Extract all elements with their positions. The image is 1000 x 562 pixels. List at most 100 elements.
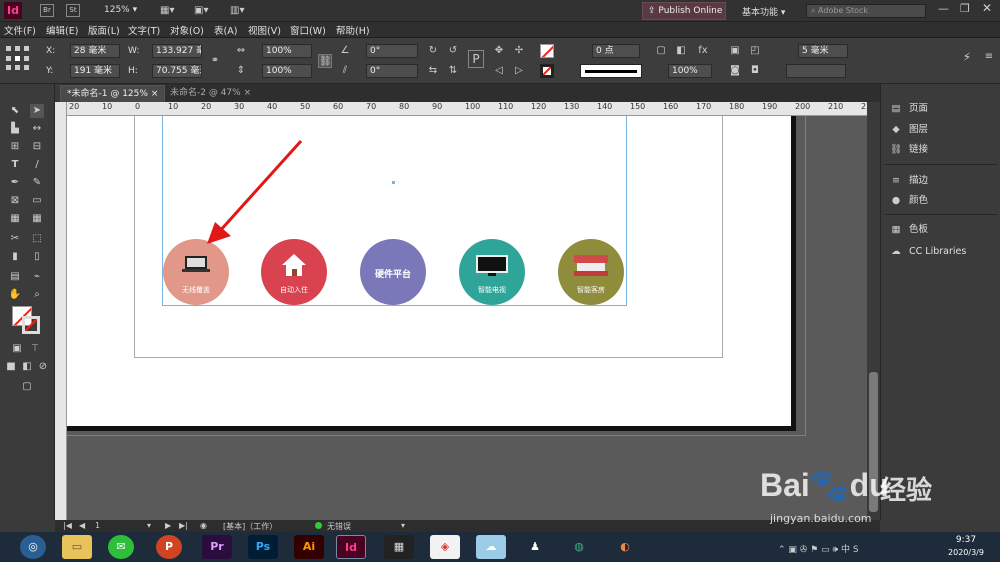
rotate-ccw-icon[interactable]: ↺ bbox=[446, 44, 460, 58]
video-editor-icon[interactable]: ▦ bbox=[384, 535, 414, 559]
chrome-icon[interactable]: ◍ bbox=[564, 535, 594, 559]
panel-menu-icon[interactable]: ≡ bbox=[982, 50, 996, 64]
menu-type[interactable]: 文字(T) bbox=[128, 23, 160, 37]
panel-cc-libraries[interactable]: ☁ CC Libraries bbox=[889, 243, 999, 261]
rectangle-frame-tool-icon[interactable]: ⊠ bbox=[8, 194, 22, 208]
link-scale-icon[interactable]: ⛓ bbox=[318, 54, 332, 68]
circle-item-3[interactable]: 硬件平台 bbox=[360, 239, 426, 305]
pencil-tool-icon[interactable]: ✎ bbox=[30, 176, 44, 190]
page-number-field[interactable]: 1 bbox=[95, 521, 100, 530]
panel-stroke[interactable]: ≡ 描边 bbox=[889, 172, 999, 190]
effects-icon[interactable]: ▢ bbox=[654, 44, 668, 58]
flip-vertical-icon[interactable]: ⇅ bbox=[446, 64, 460, 78]
type-tool-icon[interactable]: T bbox=[8, 158, 22, 172]
drop-shadow-icon[interactable]: ◧ bbox=[674, 44, 688, 58]
close-tab-icon[interactable]: × bbox=[244, 88, 252, 98]
content-placer-icon[interactable]: ⊟ bbox=[30, 140, 44, 154]
eyedropper-tool-icon[interactable]: ⌁ bbox=[30, 270, 44, 284]
preflight-errors-label[interactable]: 无错误 bbox=[327, 521, 351, 532]
fill-swatch-none[interactable] bbox=[540, 44, 554, 58]
clock-date[interactable]: 2020/3/9 bbox=[940, 548, 992, 557]
workspace-switcher[interactable]: 基本功能 ▾ bbox=[742, 5, 785, 18]
select-content-icon[interactable]: ✢ bbox=[512, 44, 526, 58]
gap-tool-icon[interactable]: ↔ bbox=[30, 122, 44, 136]
close-button[interactable]: ✕ bbox=[982, 1, 992, 15]
constrain-proportions-icon[interactable]: ⚭ bbox=[208, 54, 222, 68]
menu-layout[interactable]: 版面(L) bbox=[88, 23, 120, 37]
hand-tool-icon[interactable]: ✋ bbox=[8, 288, 22, 302]
clock-time[interactable]: 9:37 bbox=[948, 535, 984, 545]
panel-layers[interactable]: ◆ 图层 bbox=[889, 121, 999, 139]
first-page-button[interactable]: |◀ bbox=[63, 521, 72, 530]
indesign-taskbar-icon[interactable]: Id bbox=[336, 535, 366, 559]
view-options-dropdown[interactable]: ▦▾ bbox=[160, 5, 174, 16]
offset-field[interactable]: 5 毫米 bbox=[798, 44, 848, 58]
select-container-icon[interactable]: ✥ bbox=[492, 44, 506, 58]
note-tool-icon[interactable]: ▤ bbox=[8, 270, 22, 284]
adobe-stock-search-input[interactable]: ⌕ Adobe Stock bbox=[806, 4, 926, 18]
master-profile-label[interactable]: [基本]（工作） bbox=[223, 521, 277, 532]
menu-help[interactable]: 帮助(H) bbox=[336, 23, 370, 37]
menu-view[interactable]: 视图(V) bbox=[248, 23, 281, 37]
circle-item-4[interactable]: 智能电视 bbox=[459, 239, 525, 305]
menu-edit[interactable]: 编辑(E) bbox=[46, 23, 78, 37]
rectangle-tool-icon[interactable]: ▭ bbox=[30, 194, 44, 208]
select-next-icon[interactable]: ▷ bbox=[512, 64, 526, 78]
arrange-documents-dropdown[interactable]: ▥▾ bbox=[230, 5, 244, 16]
stroke-type-dropdown[interactable] bbox=[580, 64, 642, 78]
app-icon[interactable]: ◈ bbox=[430, 535, 460, 559]
grid-tool-icon[interactable]: ▦ bbox=[30, 212, 44, 226]
object-style-dropdown[interactable] bbox=[786, 64, 846, 78]
formatting-container-icon[interactable]: ▣ bbox=[10, 342, 24, 356]
rotate-angle-field[interactable]: 0° bbox=[366, 44, 418, 58]
frame-fitting-icon[interactable]: ◙ bbox=[728, 64, 742, 78]
stroke-color-swatch[interactable] bbox=[22, 316, 40, 334]
height-field[interactable]: 70.755 毫米 bbox=[152, 64, 202, 78]
scale-y-field[interactable]: 100% bbox=[262, 64, 312, 78]
panel-pages[interactable]: ▤ 页面 bbox=[889, 100, 999, 118]
premiere-icon[interactable]: Pr bbox=[202, 535, 232, 559]
free-transform-tool-icon[interactable]: ⬚ bbox=[30, 232, 44, 246]
minimize-button[interactable]: — bbox=[938, 2, 949, 15]
panel-links[interactable]: ⛓ 链接 bbox=[889, 141, 999, 159]
content-collector-icon[interactable]: ⊞ bbox=[8, 140, 22, 154]
previous-page-button[interactable]: ◀ bbox=[79, 521, 85, 530]
rotate-cw-icon[interactable]: ↻ bbox=[426, 44, 440, 58]
stroke-swatch-none[interactable] bbox=[540, 64, 554, 78]
system-tray-icons[interactable]: ⌃ ▣ ✇ ⚑ ▭ 🕪 中 S bbox=[778, 542, 859, 555]
start-button-icon[interactable]: ◎ bbox=[20, 535, 46, 559]
formatting-text-icon[interactable]: T bbox=[28, 342, 42, 356]
apply-none-icon[interactable]: ⊘ bbox=[36, 360, 50, 374]
page-tool-icon[interactable]: ▙ bbox=[8, 122, 22, 136]
opacity-field[interactable]: 100% bbox=[668, 64, 712, 78]
vertical-ruler[interactable] bbox=[55, 102, 67, 520]
preflight-profile-icon[interactable]: ◉ bbox=[200, 521, 207, 530]
circle-item-1[interactable]: 无线覆盖 bbox=[163, 239, 229, 305]
panel-swatches[interactable]: ▦ 色板 bbox=[889, 221, 999, 239]
zoom-tool-icon[interactable]: ⌕ bbox=[30, 288, 44, 302]
illustrator-icon[interactable]: Ai bbox=[294, 535, 324, 559]
menu-table[interactable]: 表(A) bbox=[214, 23, 237, 37]
wechat-icon[interactable]: ✉ bbox=[108, 535, 134, 559]
view-mode-icon[interactable]: ▢ bbox=[20, 380, 34, 394]
stroke-weight-field[interactable]: 0 点 bbox=[592, 44, 640, 58]
apply-color-icon[interactable]: ■ bbox=[4, 360, 18, 374]
flip-horizontal-icon[interactable]: ⇆ bbox=[426, 64, 440, 78]
circle-item-5[interactable]: 智能客房 bbox=[558, 239, 624, 305]
publish-online-button[interactable]: ⇪ Publish Online bbox=[642, 2, 726, 20]
menu-window[interactable]: 窗口(W) bbox=[290, 23, 326, 37]
page-dropdown-icon[interactable]: ▾ bbox=[147, 521, 151, 530]
fx-icon[interactable]: fx bbox=[696, 44, 710, 58]
lightning-icon[interactable]: ⚡ bbox=[960, 50, 974, 64]
width-field[interactable]: 133.927 毫 bbox=[152, 44, 202, 58]
tab-document-2[interactable]: 未命名-2 @ 47% × bbox=[164, 85, 257, 102]
next-page-button[interactable]: ▶ bbox=[165, 521, 171, 530]
close-tab-icon[interactable]: × bbox=[151, 89, 159, 99]
line-tool-icon[interactable]: / bbox=[30, 158, 44, 172]
gradient-feather-tool-icon[interactable]: ▯ bbox=[30, 250, 44, 264]
menu-object[interactable]: 对象(O) bbox=[170, 23, 204, 37]
content-fitting-icon[interactable]: ◘ bbox=[748, 64, 762, 78]
preflight-menu-icon[interactable]: ▾ bbox=[401, 521, 405, 530]
select-previous-icon[interactable]: ◁ bbox=[492, 64, 506, 78]
pasteboard[interactable]: 无线覆盖 自动入住 硬件平台 智能电视 智能客房 bbox=[67, 116, 867, 520]
